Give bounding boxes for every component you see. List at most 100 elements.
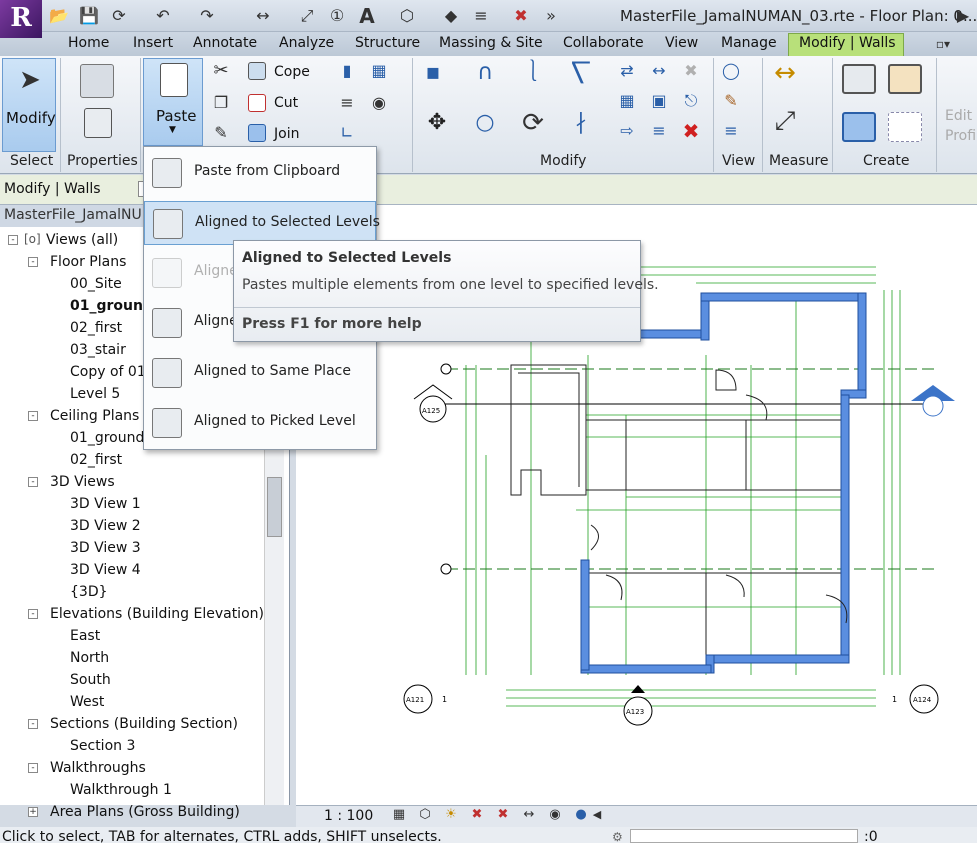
unpin-icon[interactable]: ✖ bbox=[680, 60, 702, 82]
tree-root[interactable]: Views (all) bbox=[46, 232, 118, 248]
tree-item[interactable]: 3D Views bbox=[50, 474, 115, 490]
tree-item[interactable]: Walkthroughs bbox=[50, 760, 146, 776]
menu-item-aligned-to-selected-levels[interactable]: Aligned to Selected Levels bbox=[144, 201, 380, 245]
tree-toggle[interactable]: - bbox=[28, 477, 38, 487]
text-icon[interactable]: A bbox=[356, 5, 378, 27]
chevron-right-icon[interactable]: ▶ bbox=[952, 5, 974, 27]
cut-scissors-icon[interactable]: ✂ bbox=[210, 60, 232, 82]
thin-lines-icon[interactable]: ≡ bbox=[470, 5, 492, 27]
show-crop-icon[interactable]: ↔ bbox=[518, 804, 540, 826]
scrollbar-thumb[interactable] bbox=[267, 477, 282, 537]
aligned-dimension-icon[interactable]: ⤢ bbox=[296, 5, 318, 27]
tree-toggle[interactable]: - bbox=[8, 235, 18, 245]
linework-icon[interactable]: ∟ bbox=[336, 122, 358, 144]
tab-insert[interactable]: Insert bbox=[133, 35, 173, 51]
tree-item[interactable]: 02_first bbox=[70, 320, 122, 336]
split-face-icon[interactable]: ≡ bbox=[336, 92, 358, 114]
panel-create-label[interactable]: Create bbox=[863, 153, 910, 169]
tree-item[interactable]: Area Plans (Gross Building) bbox=[50, 804, 240, 820]
tab-analyze[interactable]: Analyze bbox=[279, 35, 334, 51]
menu-item-aligned-to-picked-level[interactable]: Aligned to Picked Level bbox=[144, 401, 376, 445]
hide-isolate-icon[interactable]: ◯ bbox=[720, 60, 742, 82]
measure-icon[interactable]: ↔ bbox=[252, 5, 274, 27]
demolish-icon[interactable]: ◉ bbox=[368, 92, 390, 114]
tree-item[interactable]: Floor Plans bbox=[50, 254, 126, 270]
array-icon[interactable]: ▦ bbox=[616, 90, 638, 112]
tree-item[interactable]: East bbox=[70, 628, 100, 644]
paste-button[interactable]: Paste ▼ bbox=[143, 58, 203, 146]
delete-icon[interactable]: ✖ bbox=[680, 120, 702, 142]
modify-button[interactable]: ➤ Modify bbox=[2, 58, 56, 152]
pin-icon[interactable]: ⎋ bbox=[680, 90, 702, 112]
more-icon[interactable]: » bbox=[540, 5, 562, 27]
tab-home[interactable]: Home bbox=[68, 35, 109, 51]
section-icon[interactable]: ◆ bbox=[440, 5, 462, 27]
cut-button[interactable]: Cut bbox=[274, 95, 298, 111]
tree-item[interactable]: West bbox=[70, 694, 104, 710]
align-icon[interactable]: ▪ bbox=[422, 62, 444, 84]
menu-item-aligned-to-same-place[interactable]: Aligned to Same Place bbox=[144, 351, 376, 395]
close-hidden-windows-icon[interactable]: ✖ bbox=[510, 5, 532, 27]
tree-toggle[interactable]: + bbox=[28, 807, 38, 817]
workset-icon[interactable]: ⚙ bbox=[612, 827, 623, 843]
create-group-icon[interactable] bbox=[842, 112, 876, 142]
tree-item[interactable]: Level 5 bbox=[70, 386, 120, 402]
selected-walls[interactable] bbox=[580, 292, 867, 674]
tab-structure[interactable]: Structure bbox=[355, 35, 420, 51]
tree-item[interactable]: South bbox=[70, 672, 111, 688]
tree-item[interactable]: 3D View 2 bbox=[70, 518, 141, 534]
scale-icon[interactable]: ▣ bbox=[648, 90, 670, 112]
undo-icon[interactable]: ↶ bbox=[152, 5, 174, 27]
tab-annotate[interactable]: Annotate bbox=[193, 35, 257, 51]
split-gap-icon[interactable]: ↔ bbox=[648, 60, 670, 82]
application-menu-button[interactable]: R bbox=[0, 0, 42, 38]
tab-massing-site[interactable]: Massing & Site bbox=[439, 35, 543, 51]
panel-properties-label[interactable]: Properties bbox=[67, 153, 138, 169]
detail-level-icon[interactable]: ▦ bbox=[388, 804, 410, 826]
create-similar-icon[interactable] bbox=[888, 112, 922, 142]
tree-toggle[interactable]: - bbox=[28, 719, 38, 729]
ribbon-minimize-icon[interactable]: ▫▾ bbox=[932, 33, 954, 55]
tree-item[interactable]: Ceiling Plans bbox=[50, 408, 139, 424]
open-icon[interactable]: 📂 bbox=[48, 5, 70, 27]
panel-measure-label[interactable]: Measure bbox=[769, 153, 829, 169]
grid-bubble[interactable] bbox=[440, 363, 452, 375]
edit-profile-button[interactable]: Edit Profile bbox=[945, 106, 977, 146]
elevation-tag-a124[interactable]: A124 1 bbox=[892, 684, 939, 714]
create-assembly-icon[interactable] bbox=[842, 64, 876, 94]
type-properties-icon[interactable] bbox=[80, 64, 114, 98]
tree-item[interactable]: Section 3 bbox=[70, 738, 135, 754]
crop-view-icon[interactable]: ✖ bbox=[492, 804, 514, 826]
tree-item[interactable]: {3D} bbox=[70, 584, 108, 600]
tree-item[interactable]: Sections (Building Section) bbox=[50, 716, 238, 732]
panel-modify-label[interactable]: Modify bbox=[540, 153, 586, 169]
visual-style-icon[interactable]: ⬡ bbox=[414, 804, 436, 826]
tree-toggle[interactable]: - bbox=[28, 411, 38, 421]
tree-toggle[interactable]: - bbox=[28, 763, 38, 773]
tree-item[interactable]: 3D View 4 bbox=[70, 562, 141, 578]
create-parts-icon[interactable] bbox=[888, 64, 922, 94]
design-options-field[interactable] bbox=[630, 829, 858, 843]
tree-item[interactable]: 00_Site bbox=[70, 276, 122, 292]
wall-joins-icon[interactable]: ▮ bbox=[336, 60, 358, 82]
copy-element-icon[interactable]: ○ bbox=[474, 112, 496, 134]
tag-icon[interactable]: ① bbox=[326, 5, 348, 27]
tree-item[interactable]: 01_ground bbox=[70, 298, 153, 314]
match-properties-icon[interactable]: ✎ bbox=[210, 122, 232, 144]
tree-item[interactable]: Elevations (Building Elevation) bbox=[50, 606, 264, 622]
tree-item[interactable]: 01_ground bbox=[70, 430, 144, 446]
view-scale[interactable]: 1 : 100 bbox=[324, 808, 373, 824]
measure-between-icon[interactable]: ↔ bbox=[774, 60, 796, 86]
tree-item[interactable]: Walkthrough 1 bbox=[70, 782, 172, 798]
copy-icon[interactable]: ❐ bbox=[210, 92, 232, 114]
elevation-tag-a121[interactable]: A121 1 bbox=[403, 684, 447, 714]
tree-item[interactable]: 03_stair bbox=[70, 342, 126, 358]
menu-item-paste-from-clipboard[interactable]: Paste from Clipboard bbox=[144, 151, 376, 195]
measure-along-icon[interactable]: ⤢ bbox=[774, 108, 796, 134]
tree-toggle[interactable]: - bbox=[28, 257, 38, 267]
tab-modify-walls[interactable]: Modify | Walls bbox=[799, 35, 896, 51]
redo-icon[interactable]: ↷ bbox=[196, 5, 218, 27]
tree-item[interactable]: 02_first bbox=[70, 452, 122, 468]
panel-view-label[interactable]: View bbox=[722, 153, 755, 169]
tree-item[interactable]: 3D View 1 bbox=[70, 496, 141, 512]
